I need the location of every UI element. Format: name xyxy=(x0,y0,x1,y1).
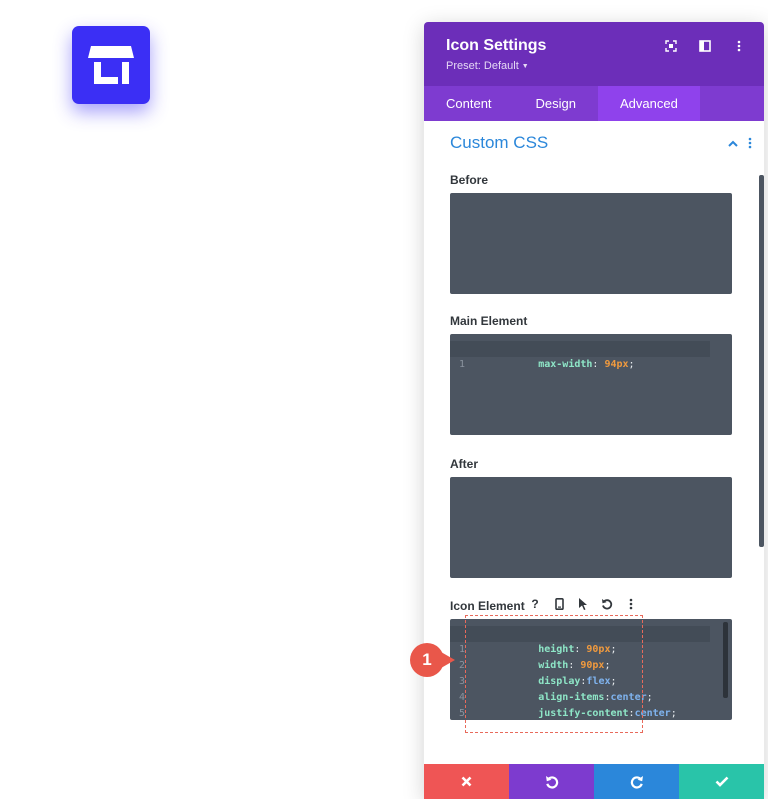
tab-content[interactable]: Content xyxy=(424,86,514,121)
mobile-icon[interactable] xyxy=(551,596,567,612)
store-icon xyxy=(88,46,134,84)
line-number: 1 xyxy=(459,359,466,370)
caret-down-icon: ▼ xyxy=(521,62,529,70)
modal-scrollbar[interactable] xyxy=(759,175,764,547)
after-label: After xyxy=(450,457,479,471)
section-title: Custom CSS xyxy=(450,133,549,152)
page-canvas: Icon Settings Preset: Default ▼ Content … xyxy=(0,0,768,799)
redo-button[interactable] xyxy=(594,764,679,799)
more-vertical-icon[interactable] xyxy=(623,596,639,612)
header-actions xyxy=(664,39,746,53)
section-tools xyxy=(728,137,752,149)
before-label: Before xyxy=(450,173,489,187)
cancel-button[interactable] xyxy=(424,764,509,799)
modal-body: Custom CSS Before Main Element 1 max-widt… xyxy=(424,121,764,764)
css-value: 94px xyxy=(604,359,629,370)
icon-element-tools: ? xyxy=(527,596,639,612)
checkmark-icon xyxy=(715,776,728,787)
split-view-icon[interactable] xyxy=(698,39,712,53)
modal-header: Icon Settings Preset: Default ▼ xyxy=(424,22,764,86)
css-separator: : xyxy=(592,359,605,370)
undo-icon[interactable] xyxy=(599,596,615,612)
css-terminator: ; xyxy=(628,359,635,370)
chevron-up-icon[interactable] xyxy=(728,140,738,147)
css-property: max-width xyxy=(538,359,593,370)
annotation-badge: 1 xyxy=(410,643,444,677)
before-css-editor[interactable] xyxy=(450,193,732,294)
settings-tabs: Content Design Advanced xyxy=(424,86,764,121)
store-icon-module[interactable] xyxy=(72,26,150,104)
icon-element-label: Icon Element xyxy=(450,599,525,613)
preset-label: Preset: Default xyxy=(446,60,519,72)
more-vertical-icon[interactable] xyxy=(748,137,752,149)
modal-footer xyxy=(424,764,764,799)
close-icon xyxy=(461,776,472,787)
help-icon[interactable]: ? xyxy=(527,596,543,612)
tab-design[interactable]: Design xyxy=(514,86,598,121)
save-button[interactable] xyxy=(679,764,764,799)
undo-icon xyxy=(545,775,558,789)
after-css-editor[interactable] xyxy=(450,477,732,578)
main-element-label: Main Element xyxy=(450,314,528,328)
code-line: 1 max-width: 94px; xyxy=(450,341,710,370)
annotation-arrow xyxy=(441,652,455,668)
highlight-box xyxy=(465,615,643,733)
more-vertical-icon[interactable] xyxy=(732,39,746,53)
main-element-css-editor[interactable]: 1 max-width: 94px; xyxy=(450,334,732,435)
fullscreen-icon[interactable] xyxy=(664,39,678,53)
tab-advanced[interactable]: Advanced xyxy=(598,86,700,121)
pointer-icon[interactable] xyxy=(575,596,591,612)
icon-settings-modal: Icon Settings Preset: Default ▼ Content … xyxy=(424,22,764,799)
css-terminator: ; xyxy=(670,708,677,719)
undo-button[interactable] xyxy=(509,764,594,799)
preset-dropdown[interactable]: Preset: Default ▼ xyxy=(446,60,742,72)
custom-css-section-header[interactable]: Custom CSS xyxy=(450,133,752,153)
redo-icon xyxy=(630,775,643,789)
